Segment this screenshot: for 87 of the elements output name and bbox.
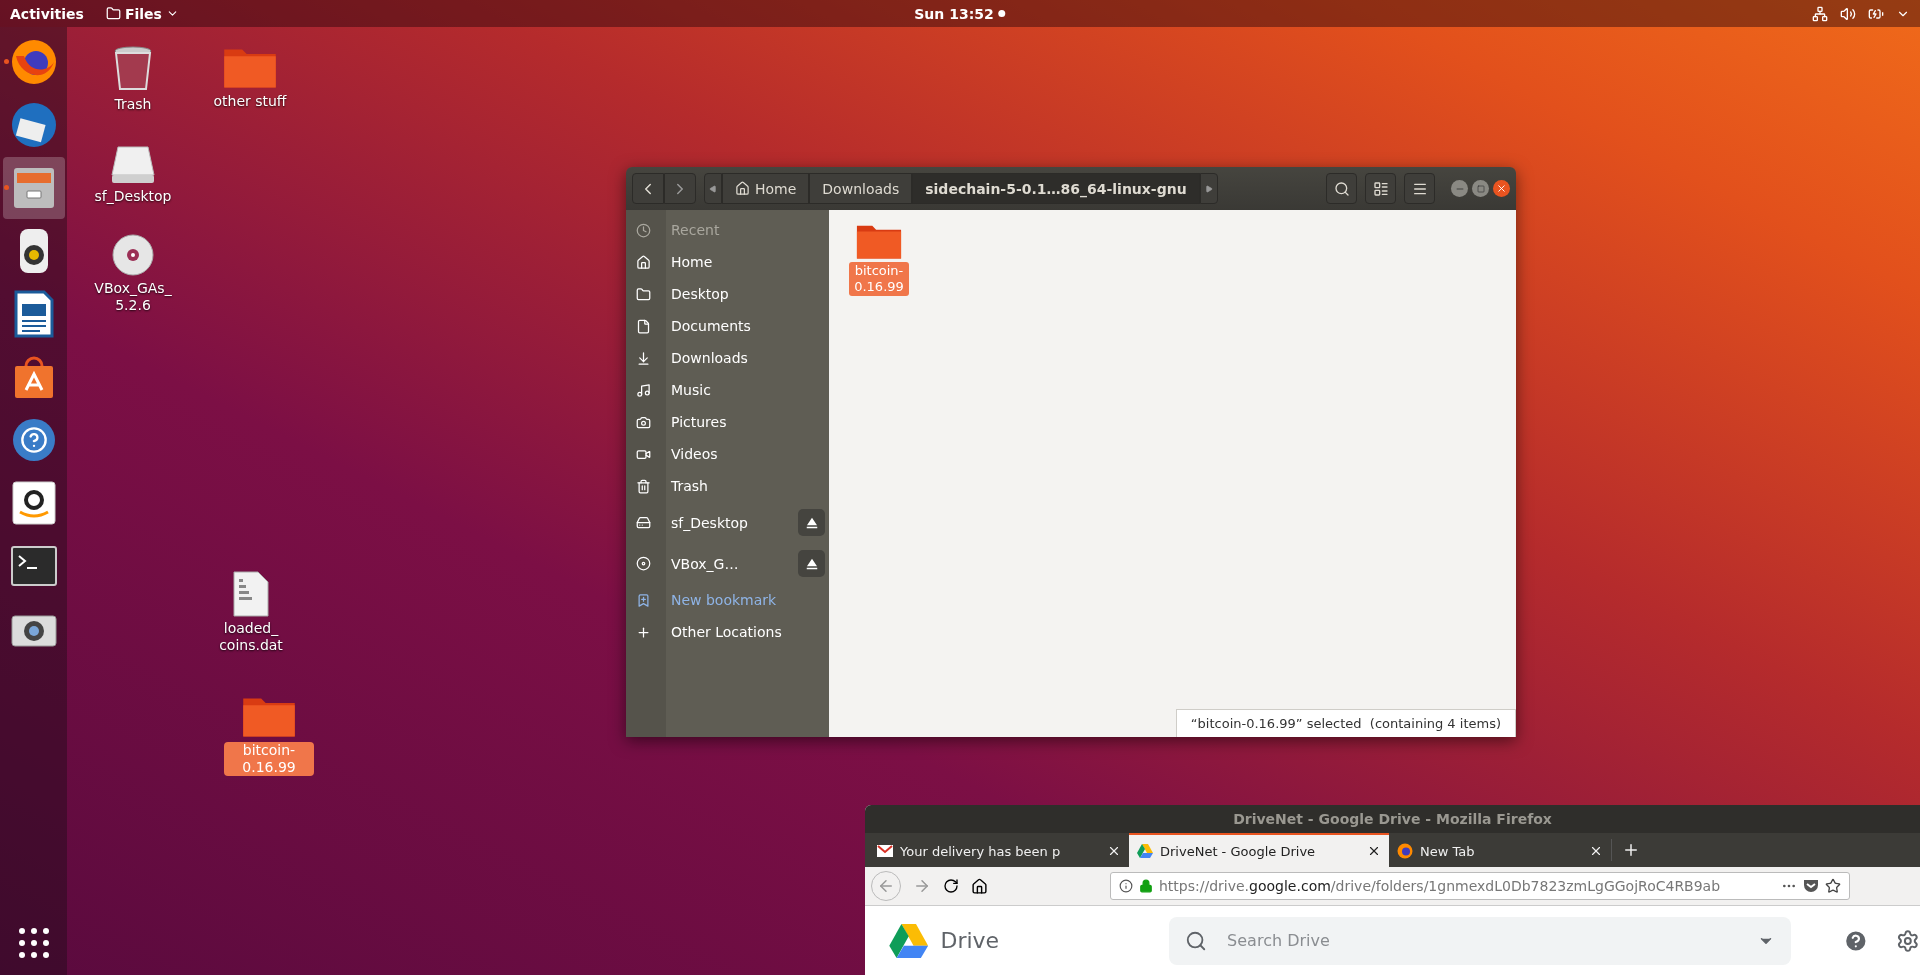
list-icon <box>1372 180 1389 197</box>
plus-icon <box>1622 841 1640 859</box>
address-field[interactable]: https://drive.google.com/drive/folders/1gnmexdL0Db7823zmLgGGojRoC4RB9ab <box>1110 872 1850 900</box>
status-text: “bitcoin-0.16.99” selected (containing 4 items) <box>1175 709 1516 737</box>
home-button[interactable] <box>971 877 988 895</box>
sidebar-item[interactable]: Downloads <box>626 342 829 374</box>
terminal-icon <box>10 546 57 586</box>
view-toggle-button[interactable] <box>1365 173 1396 204</box>
envelope-icon <box>877 845 893 857</box>
browser-tab[interactable]: Your delivery has been p <box>869 833 1129 867</box>
triangle-right-icon <box>1204 184 1213 193</box>
drive-logo-icon <box>889 923 929 958</box>
file-icon <box>233 571 269 617</box>
sidebar-item[interactable]: Trash <box>626 470 829 502</box>
close-icon[interactable] <box>1107 844 1121 858</box>
info-icon[interactable] <box>1119 879 1133 893</box>
search-field[interactable]: Search Drive <box>1169 916 1791 965</box>
bookmark-plus-icon <box>636 592 651 608</box>
sidebar-item[interactable]: Desktop <box>626 278 829 310</box>
home-icon <box>735 181 750 196</box>
sidebar-item[interactable]: Music <box>626 374 829 406</box>
reload-button[interactable] <box>943 878 959 894</box>
desktop-icon-label[interactable]: other stuff <box>210 92 290 110</box>
shield-icon[interactable] <box>1803 879 1819 893</box>
search-icon <box>1185 929 1208 952</box>
close-icon <box>1496 183 1507 194</box>
volume-icon[interactable] <box>1840 5 1856 22</box>
browser-tab[interactable]: New Tab <box>1389 833 1611 867</box>
drive-icon <box>636 515 651 530</box>
clock[interactable]: Sun 13:52 <box>914 5 1006 22</box>
settings-icon[interactable] <box>1896 928 1920 953</box>
triangle-left-icon <box>709 184 717 193</box>
minimize-button[interactable] <box>1451 180 1468 197</box>
music-note-icon <box>636 382 651 398</box>
sidebar-item[interactable]: Home <box>626 246 829 278</box>
lock-icon <box>1139 879 1153 893</box>
trash-icon <box>113 45 153 93</box>
url-text: https://drive. <box>1159 878 1250 894</box>
app-name: Drive <box>940 928 1000 953</box>
folder-icon <box>105 6 121 21</box>
sidebar-item[interactable]: Pictures <box>626 406 829 438</box>
search-input[interactable]: Search Drive <box>1225 930 1739 951</box>
desktop-icon-label[interactable]: VBox_GAs_ 5.2.6 <box>88 280 178 314</box>
sidebar-item[interactable]: Other Locations <box>626 616 829 648</box>
path-button[interactable]: Downloads <box>809 173 913 204</box>
close-icon[interactable] <box>1589 844 1603 858</box>
path-button[interactable]: sidechain-5-0.1…86_64-linux-gnu <box>912 173 1200 204</box>
sidebar-item[interactable]: sf_Desktop <box>626 502 829 543</box>
activities-button[interactable]: Activities <box>10 5 84 22</box>
close-icon[interactable] <box>1367 844 1381 858</box>
sidebar-item[interactable]: Videos <box>626 438 829 470</box>
browser-tab[interactable]: DriveNet - Google Drive <box>1129 833 1389 867</box>
home-icon <box>636 254 651 270</box>
maximize-icon <box>1476 184 1485 193</box>
document-icon <box>636 318 651 334</box>
download-icon <box>636 350 651 366</box>
document-icon <box>13 290 54 338</box>
url-text: google.com <box>1249 878 1331 894</box>
close-button[interactable] <box>1493 180 1510 197</box>
eject-button[interactable] <box>798 550 825 577</box>
menu-button[interactable] <box>1404 173 1435 204</box>
search-icon <box>1333 180 1350 197</box>
app-menu[interactable]: Files <box>105 5 179 22</box>
sidebar-item[interactable]: VBox_G… <box>626 543 829 584</box>
eject-button[interactable] <box>798 509 825 536</box>
desktop-icon-label[interactable]: loaded_ coins.dat <box>206 620 296 654</box>
help-icon <box>10 417 57 463</box>
drive-icon <box>110 145 156 185</box>
path-scroll-left-button[interactable] <box>704 173 722 204</box>
disc-icon <box>636 556 651 571</box>
sidebar-item[interactable]: Documents <box>626 310 829 342</box>
disc-icon <box>111 233 155 277</box>
window-title: DriveNet - Google Drive - Mozilla Firefox <box>865 805 1920 833</box>
back-button[interactable] <box>632 173 664 204</box>
search-button[interactable] <box>1326 173 1357 204</box>
url-text: /drive/folders/1gnmexdL0Db7823zmLgGGojRoC4RB9ab <box>1330 878 1721 894</box>
triangle-logo-icon <box>1137 844 1153 858</box>
clock-icon <box>636 222 651 238</box>
trash-icon <box>636 478 651 494</box>
path-button[interactable]: Home <box>722 173 810 204</box>
network-icon[interactable] <box>1812 5 1828 22</box>
folder-icon <box>636 286 651 302</box>
desktop-icon-label[interactable]: sf_Desktop <box>91 188 175 205</box>
plus-icon <box>636 624 651 640</box>
star-icon[interactable] <box>1825 878 1841 894</box>
desktop-icon-label[interactable]: Trash <box>111 96 155 113</box>
camera-icon <box>636 414 651 430</box>
